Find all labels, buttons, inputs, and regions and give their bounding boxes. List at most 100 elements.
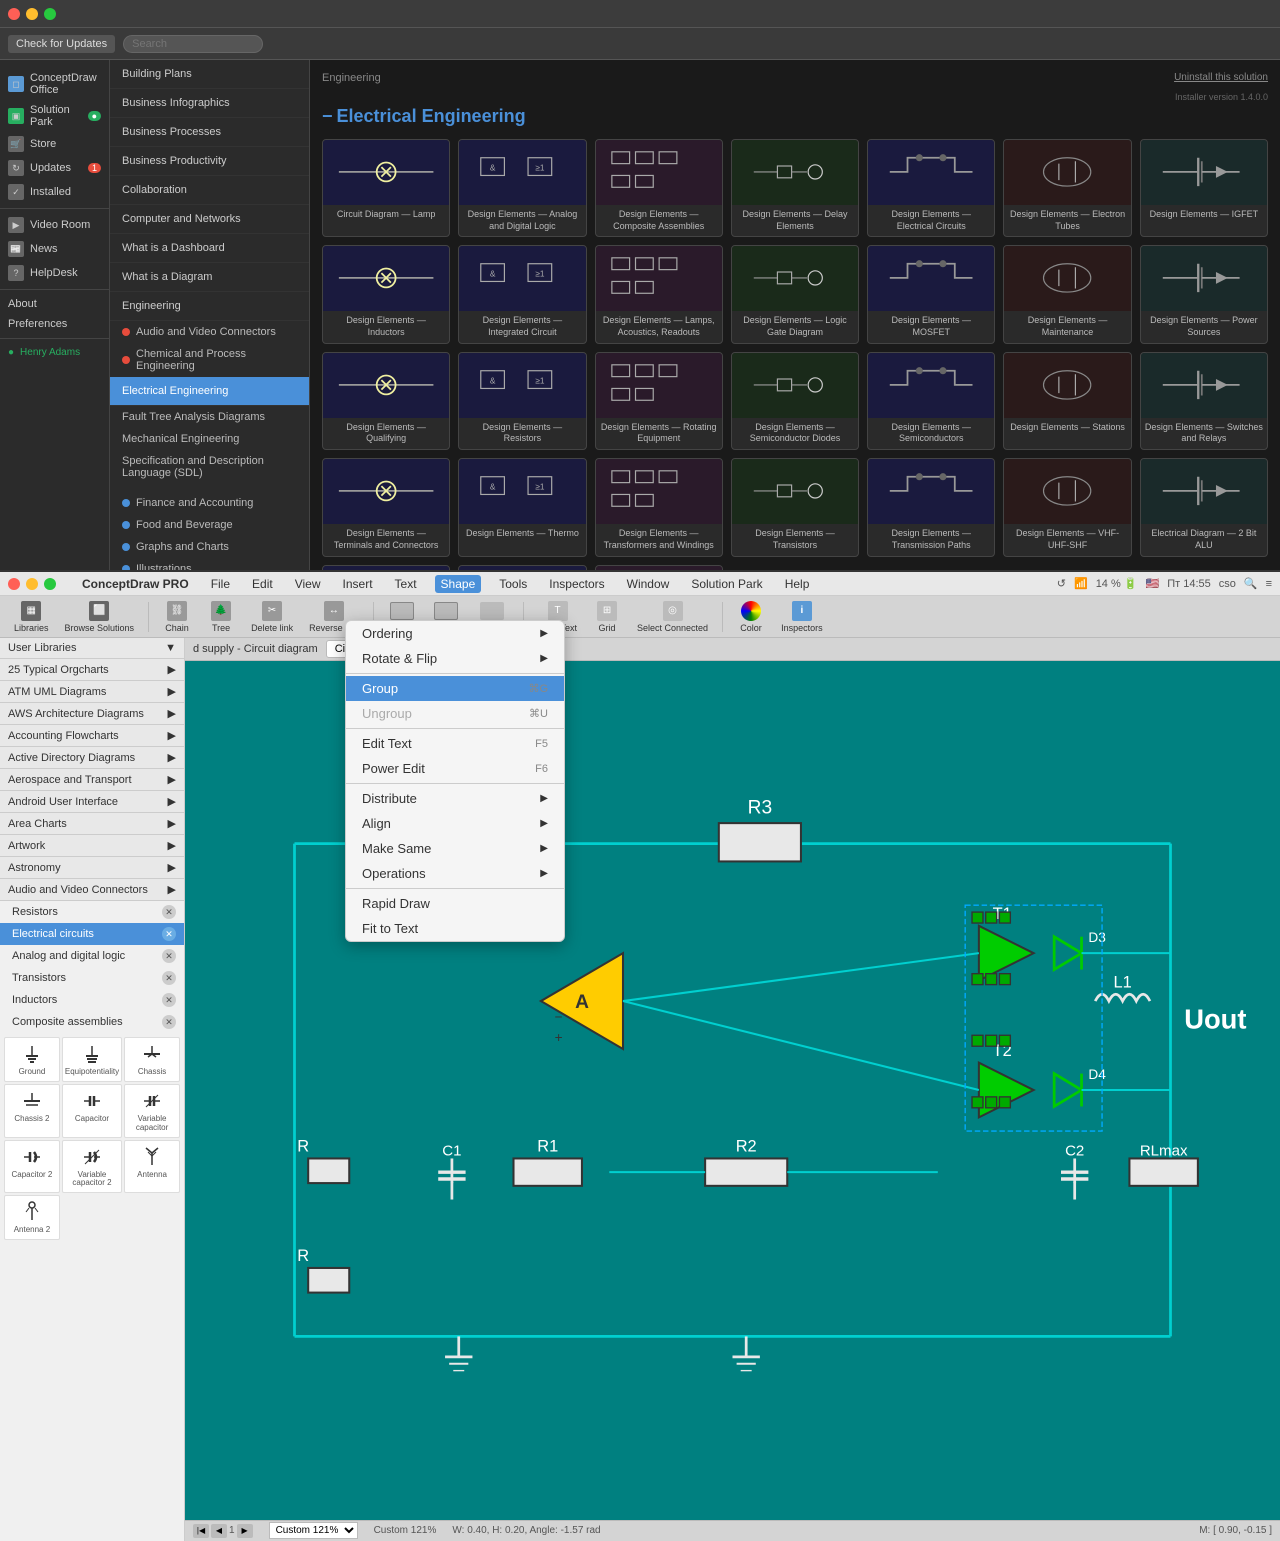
- close-btn[interactable]: [8, 578, 20, 590]
- lib-sub-analog[interactable]: Analog and digital logic ✕: [0, 945, 184, 967]
- nav-prev[interactable]: ◀: [211, 1524, 227, 1538]
- menu-solution-park[interactable]: Solution Park: [687, 575, 766, 593]
- card-item[interactable]: & ≥1Design Elements — Integrated Circuit: [458, 245, 586, 343]
- menu-power-edit[interactable]: Power Edit F6: [346, 756, 564, 781]
- lib-android[interactable]: Android User Interface ▶: [0, 791, 184, 813]
- middle-item-infographics[interactable]: Business Infographics: [110, 89, 309, 118]
- shape-item[interactable]: Variable capacitor 2: [62, 1140, 122, 1194]
- subitem-chemical[interactable]: Chemical and Process Engineering: [110, 343, 309, 377]
- menu-align[interactable]: Align ▶: [346, 811, 564, 836]
- menu-tools[interactable]: Tools: [495, 575, 531, 593]
- card-item[interactable]: Circuit Diagram — Lamp: [322, 139, 450, 237]
- card-item[interactable]: Electrical Diagram — Bipolar Current Mir…: [322, 565, 450, 571]
- lib-aws[interactable]: AWS Architecture Diagrams ▶: [0, 703, 184, 725]
- inductors-remove[interactable]: ✕: [162, 993, 176, 1007]
- toolbar-libraries[interactable]: ▦ Libraries: [8, 599, 55, 635]
- card-item[interactable]: Design Elements — Transmission Paths: [867, 458, 995, 556]
- card-item[interactable]: Design Elements — Stations: [1003, 352, 1131, 450]
- check-updates-button[interactable]: Check for Updates: [8, 35, 115, 53]
- card-item[interactable]: Design Elements — Semiconductor Diodes: [731, 352, 859, 450]
- card-item[interactable]: Design Elements — Maintenance: [1003, 245, 1131, 343]
- toolbar-chain[interactable]: ⛓ Chain: [157, 599, 197, 635]
- card-item[interactable]: Design Elements — Rotating Equipment: [595, 352, 723, 450]
- nav-next[interactable]: ▶: [237, 1524, 253, 1538]
- shape-item[interactable]: Antenna 2: [4, 1195, 60, 1240]
- middle-item-diagram[interactable]: What is a Diagram: [110, 263, 309, 292]
- middle-item-processes[interactable]: Business Processes: [110, 118, 309, 147]
- sidebar-item-helpdesk[interactable]: ? HelpDesk: [0, 261, 109, 285]
- shape-item[interactable]: Chassis: [124, 1037, 180, 1082]
- menu-rotate-flip[interactable]: Rotate & Flip ▶: [346, 646, 564, 671]
- close-button[interactable]: [8, 8, 20, 20]
- search-input[interactable]: [123, 35, 263, 53]
- card-item[interactable]: & ≥1Electrical Diagram — Simple Switched…: [458, 565, 586, 571]
- maximize-button[interactable]: [44, 8, 56, 20]
- toolbar-delete-link[interactable]: ✂ Delete link: [245, 599, 299, 635]
- shape-item[interactable]: Capacitor: [62, 1084, 122, 1138]
- lib-sub-inductors[interactable]: Inductors ✕: [0, 989, 184, 1011]
- menu-distribute[interactable]: Distribute ▶: [346, 786, 564, 811]
- resistors-remove[interactable]: ✕: [162, 905, 176, 919]
- toolbar-select-connected[interactable]: ◎ Select Connected: [631, 599, 714, 635]
- menu-file[interactable]: File: [207, 575, 234, 593]
- sidebar-item-office[interactable]: ◻ ConceptDraw Office: [0, 68, 109, 100]
- sidebar-item-preferences[interactable]: Preferences: [0, 314, 109, 334]
- transistors-remove[interactable]: ✕: [162, 971, 176, 985]
- menu-inspectors[interactable]: Inspectors: [545, 575, 608, 593]
- sidebar-item-about[interactable]: About: [0, 294, 109, 314]
- max-btn[interactable]: [44, 578, 56, 590]
- menu-help[interactable]: Help: [781, 575, 814, 593]
- menu-shape[interactable]: Shape: [435, 575, 482, 593]
- lib-active-directory[interactable]: Active Directory Diagrams ▶: [0, 747, 184, 769]
- card-item[interactable]: Design Elements — VHF-UHF-SHF: [1003, 458, 1131, 556]
- menu-text[interactable]: Text: [391, 575, 421, 593]
- lib-artwork[interactable]: Artwork ▶: [0, 835, 184, 857]
- lib-accounting[interactable]: Accounting Flowcharts ▶: [0, 725, 184, 747]
- card-item[interactable]: Design Elements — Transformers and Windi…: [595, 458, 723, 556]
- card-item[interactable]: Electrical Diagram — 2 Bit ALU: [1140, 458, 1268, 556]
- card-item[interactable]: Design Elements — Power Sources: [1140, 245, 1268, 343]
- card-item[interactable]: Design Elements — Qualifying: [322, 352, 450, 450]
- min-btn[interactable]: [26, 578, 38, 590]
- card-item[interactable]: Design Elements — Electrical Circuits: [867, 139, 995, 237]
- subitem-mechanical[interactable]: Mechanical Engineering: [110, 428, 309, 450]
- sidebar-item-news[interactable]: 📰 News: [0, 237, 109, 261]
- menu-window[interactable]: Window: [623, 575, 674, 593]
- lib-audio-video[interactable]: Audio and Video Connectors ▶: [0, 879, 184, 901]
- lib-area-charts[interactable]: Area Charts ▶: [0, 813, 184, 835]
- electrical-remove[interactable]: ✕: [162, 927, 176, 941]
- shape-item[interactable]: Chassis 2: [4, 1084, 60, 1138]
- menu-operations[interactable]: Operations ▶: [346, 861, 564, 886]
- card-item[interactable]: Design Elements — Switches and Relays: [1140, 352, 1268, 450]
- menu-view[interactable]: View: [291, 575, 325, 593]
- card-item[interactable]: Design Elements — Terminals and Connecto…: [322, 458, 450, 556]
- nav-first[interactable]: |◀: [193, 1524, 209, 1538]
- subitem-finance[interactable]: Finance and Accounting: [110, 492, 309, 514]
- middle-item-computer[interactable]: Computer and Networks: [110, 205, 309, 234]
- sidebar-item-installed[interactable]: ✓ Installed: [0, 180, 109, 204]
- shape-item[interactable]: Equipotentiality: [62, 1037, 122, 1082]
- lib-sub-electrical[interactable]: Electrical circuits ✕: [0, 923, 184, 945]
- card-item[interactable]: Design Elements — Composite Assemblies: [595, 139, 723, 237]
- subitem-illustrations[interactable]: Illustrations: [110, 558, 309, 570]
- card-item[interactable]: & ≥1Design Elements — Analog and Digital…: [458, 139, 586, 237]
- subitem-electrical[interactable]: Electrical Engineering: [110, 377, 309, 406]
- menu-make-same[interactable]: Make Same ▶: [346, 836, 564, 861]
- menu-rapid-draw[interactable]: Rapid Draw: [346, 891, 564, 916]
- zoom-select[interactable]: Custom 121%: [269, 1522, 358, 1539]
- shape-item[interactable]: Antenna: [124, 1140, 180, 1194]
- lib-user-libraries[interactable]: User Libraries ▼: [0, 638, 184, 659]
- card-item[interactable]: Design Elements — Delay Elements: [731, 139, 859, 237]
- card-item[interactable]: Design Elements — Logic Gate Diagram: [731, 245, 859, 343]
- subitem-sdl[interactable]: Specification and Description Language (…: [110, 450, 309, 484]
- middle-item-collaboration[interactable]: Collaboration: [110, 176, 309, 205]
- sidebar-item-store[interactable]: 🛒 Store: [0, 132, 109, 156]
- middle-item-dashboard[interactable]: What is a Dashboard: [110, 234, 309, 263]
- toolbar-browse-solutions[interactable]: ⬜ Browse Solutions: [59, 599, 141, 635]
- shape-item[interactable]: Ground: [4, 1037, 60, 1082]
- card-item[interactable]: Design Elements — IGFET: [1140, 139, 1268, 237]
- analog-remove[interactable]: ✕: [162, 949, 176, 963]
- card-item[interactable]: Design Elements — Electron Tubes: [1003, 139, 1131, 237]
- toolbar-color[interactable]: Color: [731, 599, 771, 635]
- card-item[interactable]: & ≥1Design Elements — Resistors: [458, 352, 586, 450]
